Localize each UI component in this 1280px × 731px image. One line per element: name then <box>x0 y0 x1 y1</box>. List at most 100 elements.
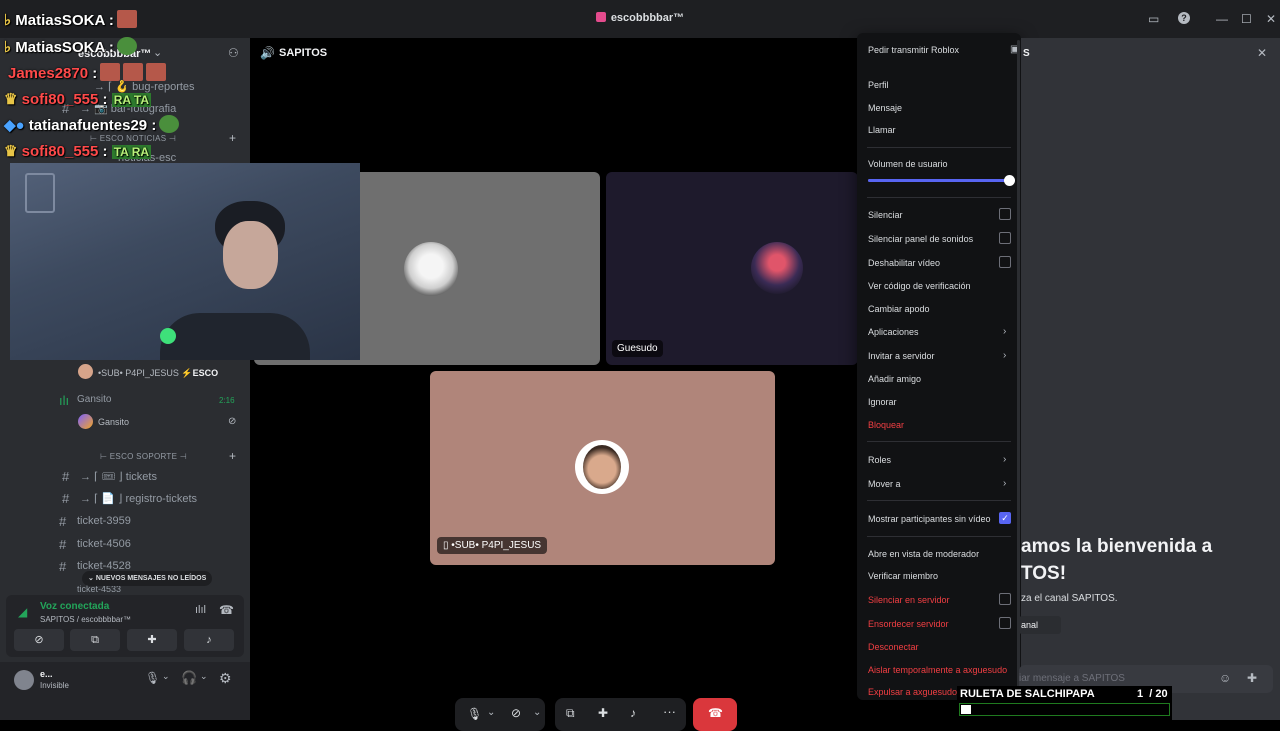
roulette-overlay: RULETA DE SALCHIPAPA 1 / 20 <box>957 686 1172 720</box>
checkbox[interactable] <box>999 593 1011 605</box>
checkbox[interactable] <box>999 256 1011 268</box>
overlay-chat-line: James2870 : <box>8 63 167 82</box>
close-window-button[interactable]: ✕ <box>1266 12 1276 26</box>
badge-icon: ♭ <box>4 12 16 29</box>
add-member-icon[interactable]: ⚇ <box>228 46 239 60</box>
speaker-icon: 🔊 <box>260 46 275 60</box>
menu-scrollbar[interactable] <box>1017 40 1020 700</box>
window-title: escobbbbar™ <box>0 12 1280 24</box>
menu-kick[interactable]: Expulsar a axguesudo <box>868 687 957 697</box>
welcome-heading-2: TOS! <box>1021 563 1067 584</box>
share-screen-icon[interactable]: ⧉ <box>566 706 575 721</box>
menu-timeout[interactable]: Aislar temporalmente a axguesudo <box>868 665 1007 675</box>
menu-change-nickname[interactable]: Cambiar apodo <box>868 304 930 314</box>
welcome-heading: amos la bienvenida a <box>1021 536 1213 557</box>
activities-button[interactable]: ✚ <box>127 629 177 651</box>
menu-invite-server[interactable]: Invitar a servidor › <box>868 350 1006 361</box>
overlay-chat-line: ♛ sofi80_555 : TA RA <box>4 143 152 160</box>
edit-channel-button[interactable]: anal <box>1019 616 1061 634</box>
emote-icon <box>100 63 121 81</box>
channel-registro-tickets[interactable]: # → ⌈ 📄 ⌋ registro-tickets <box>62 491 197 506</box>
disconnect-icon[interactable]: ☎ <box>219 603 234 617</box>
checkbox[interactable] <box>999 617 1011 629</box>
menu-block[interactable]: Bloquear <box>868 420 904 430</box>
participant-tile-p4pi-jesus[interactable]: ▯ •SUB• P4PI_JESUS <box>430 371 775 565</box>
share-screen-button[interactable]: ⧉ <box>70 629 120 651</box>
soundboard-icon: ♪ <box>206 634 212 646</box>
participant-tile-guesudo[interactable]: Guesudo <box>606 172 858 365</box>
microphone-icon[interactable]: 🎙 <box>467 707 482 721</box>
menu-disconnect[interactable]: Desconectar <box>868 642 919 652</box>
settings-gear-icon[interactable]: ⚙ <box>219 670 232 687</box>
noise-suppression-icon[interactable]: ılıl <box>195 604 206 616</box>
menu-move-to[interactable]: Mover a › <box>868 478 1006 489</box>
app-logo-icon <box>595 12 606 22</box>
menu-ignore[interactable]: Ignorar <box>868 397 897 407</box>
menu-disable-video[interactable]: Deshabilitar vídeo <box>868 256 1011 268</box>
voice-member-p4pi-jesus[interactable]: •SUB• P4PI_JESUS ⚡ESCO <box>98 368 218 379</box>
maximize-button[interactable]: ☐ <box>1241 12 1252 26</box>
new-messages-pill[interactable]: ⌄ NUEVOS MENSAJES NO LEÍDOS <box>82 571 213 586</box>
menu-show-no-video[interactable]: Mostrar participantes sin vídeo ✓ <box>868 512 1011 524</box>
menu-mod-view[interactable]: Abre en vista de moderador <box>868 549 979 559</box>
chevron-down-icon[interactable]: ⌄ <box>162 671 170 682</box>
camera-off-button[interactable]: ⊘ <box>14 629 64 651</box>
chevron-down-icon[interactable]: ⌄ <box>487 707 495 718</box>
avatar <box>404 242 458 296</box>
emoji-icon[interactable]: ☺ <box>1219 671 1231 685</box>
close-chat-icon[interactable]: ✕ <box>1257 46 1267 60</box>
voice-member-gansito[interactable]: Gansito <box>98 417 129 427</box>
signal-icon[interactable]: ◢ <box>18 605 27 619</box>
category-esco-soporte[interactable]: ⊢ ESCO SOPORTE ⊣ <box>100 452 187 461</box>
emote-icon <box>146 63 167 81</box>
menu-server-mute[interactable]: Silenciar en servidor <box>868 593 1011 605</box>
menu-profile[interactable]: Perfil <box>868 80 889 90</box>
channel-ticket-4506[interactable]: # ticket-4506 <box>59 537 131 552</box>
soundboard-icon[interactable]: ♪ <box>630 706 636 720</box>
help-icon[interactable]: ? <box>1178 12 1190 24</box>
add-channel-icon[interactable]: + <box>229 131 236 145</box>
chevron-down-icon[interactable]: ⌄ <box>533 707 541 718</box>
menu-call[interactable]: Llamar <box>868 125 896 135</box>
menu-request-stream[interactable]: Pedir transmitir Roblox ▣ <box>868 44 1019 55</box>
voice-location[interactable]: SAPITOS / escobbbbar™ <box>40 615 131 624</box>
camera-off-icon[interactable]: ⊘ <box>511 706 521 720</box>
chevron-down-icon[interactable]: ⌄ <box>200 671 208 682</box>
menu-verify-member[interactable]: Verificar miembro <box>868 571 938 581</box>
badge-icon: ♛ <box>4 91 22 108</box>
volume-slider[interactable] <box>868 175 1015 186</box>
participant-name: ▯ •SUB• P4PI_JESUS <box>437 537 548 554</box>
checkbox-checked[interactable]: ✓ <box>999 512 1011 524</box>
voice-status[interactable]: Voz conectada <box>40 601 109 612</box>
headphones-icon[interactable]: 🎧 <box>181 670 197 686</box>
menu-server-deafen[interactable]: Ensordecer servidor <box>868 617 1011 629</box>
menu-roles[interactable]: Roles › <box>868 454 1006 465</box>
avatar[interactable] <box>14 670 34 690</box>
channel-tickets[interactable]: # → ⌈ 🎟 ⌋ tickets <box>62 469 157 484</box>
checkbox[interactable] <box>999 232 1011 244</box>
apps-icon[interactable]: ✚ <box>1247 671 1257 685</box>
overlay-chat-line: ◆● tatianafuentes29 : <box>4 115 180 134</box>
minimize-button[interactable]: — <box>1216 12 1228 26</box>
share-screen-icon: ⧉ <box>91 634 99 646</box>
menu-add-friend[interactable]: Añadir amigo <box>868 374 921 384</box>
leave-call-button[interactable]: ☎ <box>693 698 737 731</box>
voice-channel-gansito[interactable]: ılı Gansito <box>59 393 111 408</box>
more-options-icon[interactable]: ··· <box>663 704 676 719</box>
activities-icon[interactable]: ✚ <box>598 706 608 720</box>
volume-slider-handle[interactable] <box>1004 175 1015 186</box>
menu-message[interactable]: Mensaje <box>868 103 902 113</box>
soundboard-button[interactable]: ♪ <box>184 629 234 651</box>
inbox-icon[interactable]: ▭ <box>1148 12 1159 26</box>
chevron-right-icon: › <box>1003 454 1007 465</box>
activities-icon: ✚ <box>147 634 157 646</box>
channel-ticket-3959[interactable]: # ticket-3959 <box>59 514 131 529</box>
microphone-icon[interactable]: 🎙 <box>145 671 160 685</box>
checkbox[interactable] <box>999 208 1011 220</box>
menu-verification-code[interactable]: Ver código de verificación <box>868 281 971 291</box>
add-channel-icon[interactable]: + <box>229 449 236 463</box>
menu-mute-soundboard[interactable]: Silenciar panel de sonidos <box>868 232 1011 244</box>
menu-apps[interactable]: Aplicaciones › <box>868 326 1006 337</box>
welcome-description: za el canal SAPITOS. <box>1021 593 1118 604</box>
menu-mute[interactable]: Silenciar <box>868 208 1011 220</box>
